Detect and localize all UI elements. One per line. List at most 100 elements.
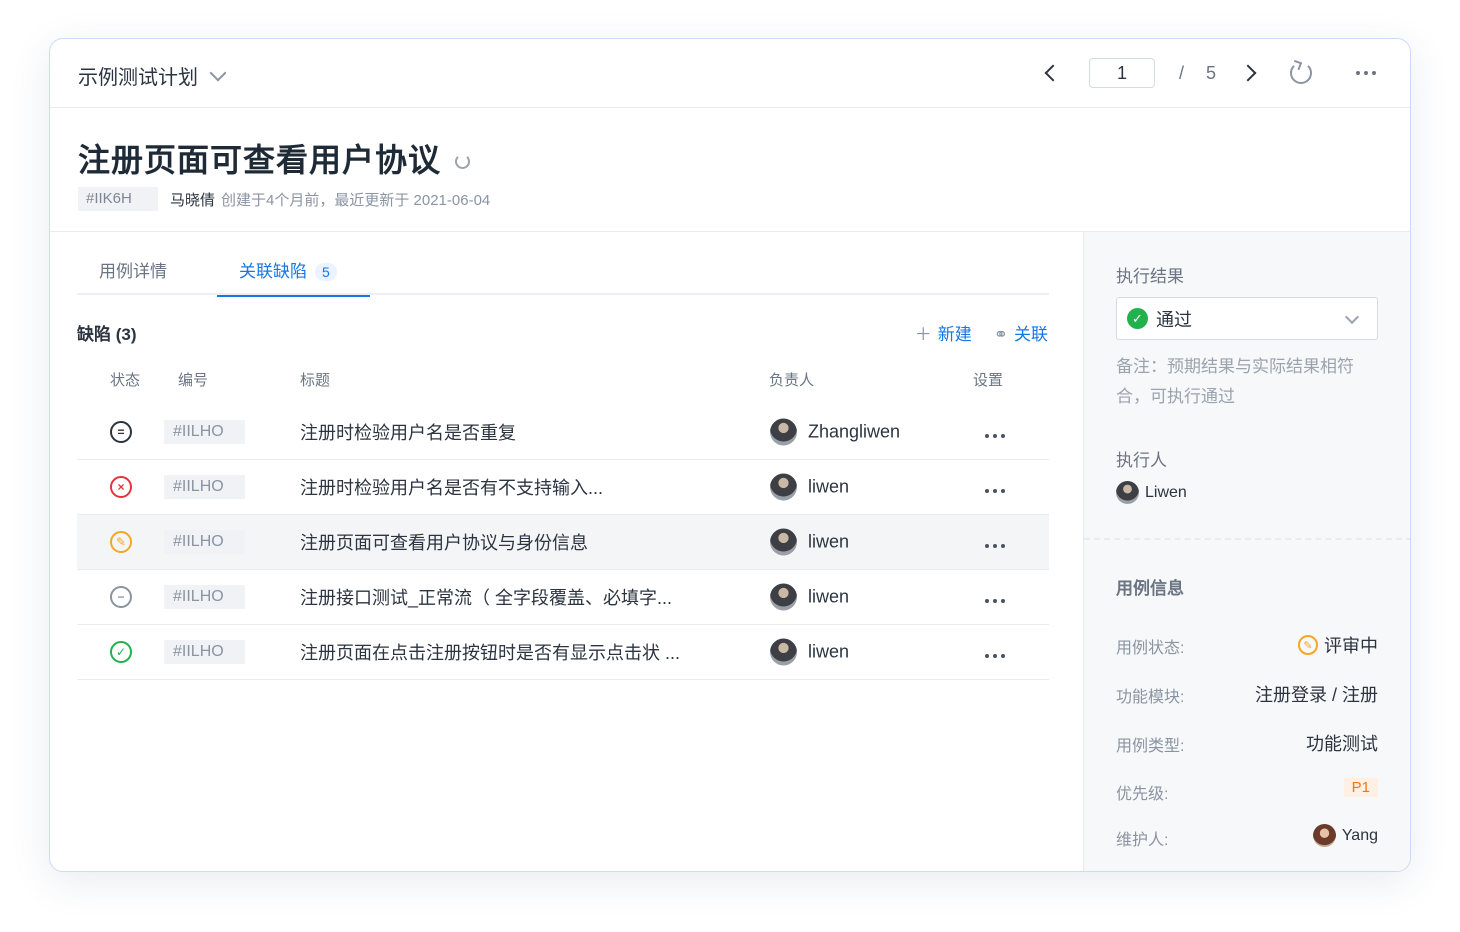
- avatar: [770, 583, 797, 611]
- executor-label: 执行人: [1116, 451, 1167, 470]
- defect-code: #IILHO: [164, 585, 245, 609]
- result-value: 通过: [1156, 309, 1192, 330]
- top-bar: 示例测试计划 1 / 5: [50, 39, 1410, 108]
- info-row-module: 功能模块: 注册登录 / 注册: [1116, 681, 1378, 707]
- result-select[interactable]: ✓ 通过: [1116, 297, 1378, 340]
- plan-name: 示例测试计划: [78, 67, 198, 89]
- defect-code: #IILHO: [164, 420, 245, 444]
- status-pending-icon: =: [110, 421, 132, 443]
- status-value[interactable]: ✎ 评审中: [1298, 632, 1378, 658]
- avatar: [770, 473, 797, 501]
- review-icon: ✎: [1298, 635, 1318, 655]
- chevron-down-icon: [1344, 309, 1360, 325]
- executor-name: Liwen: [1145, 483, 1187, 501]
- defect-code: #IILHO: [164, 530, 245, 554]
- avatar: [770, 638, 797, 666]
- col-code: 编号: [178, 372, 209, 389]
- tab-case-details[interactable]: 用例详情: [99, 257, 167, 295]
- defect-title[interactable]: 注册时检验用户名是否有不支持输入...: [300, 474, 603, 500]
- row-more-icon[interactable]: [985, 434, 1005, 438]
- more-icon[interactable]: [1356, 71, 1376, 75]
- defect-title[interactable]: 注册接口测试_正常流（ 全字段覆盖、必填字...: [300, 584, 672, 610]
- col-settings: 设置: [973, 372, 1004, 389]
- module-value[interactable]: 注册登录 / 注册: [1255, 681, 1378, 707]
- col-owner: 负责人: [769, 372, 815, 389]
- defect-code: #IILHO: [164, 475, 245, 499]
- tab-linked-defects[interactable]: 关联缺陷 5: [217, 257, 370, 297]
- page-separator: /: [1178, 62, 1184, 83]
- info-row-priority: 优先级: P1: [1116, 778, 1378, 804]
- table-row[interactable]: − #IILHO 注册接口测试_正常流（ 全字段覆盖、必填字... liwen: [77, 570, 1049, 625]
- new-defect-button[interactable]: ＋ 新建: [915, 320, 972, 345]
- status-fail-icon: ×: [110, 476, 132, 498]
- case-meta: #IIK6H 马晓倩 创建于4个月前，最近更新于 2021-06-04: [78, 187, 490, 211]
- table-row[interactable]: ✓ #IILHO 注册页面在点击注册按钮时是否有显示点击状 ... liwen: [77, 625, 1049, 680]
- link-icon: ⚭: [993, 325, 1008, 344]
- info-key: 优先级:: [1116, 786, 1169, 803]
- priority-value[interactable]: P1: [1343, 778, 1378, 797]
- plan-selector[interactable]: 示例测试计划: [78, 61, 227, 90]
- new-defect-label: 新建: [937, 325, 972, 344]
- table-row[interactable]: = #IILHO 注册时检验用户名是否重复 Zhangliwen: [77, 405, 1049, 460]
- status-skip-icon: −: [110, 586, 132, 608]
- row-more-icon[interactable]: [985, 599, 1005, 603]
- info-title: 用例信息: [1116, 579, 1184, 598]
- row-more-icon[interactable]: [985, 654, 1005, 658]
- tab-label: 关联缺陷: [239, 262, 307, 281]
- info-row-maintainer: 维护人: Yang: [1116, 824, 1378, 850]
- case-meta-info: 创建于4个月前，最近更新于 2021-06-04: [221, 191, 491, 209]
- status-pass-icon: ✓: [110, 641, 132, 663]
- defects-table-header: 状态 编号 标题 负责人 设置: [77, 369, 1049, 391]
- row-more-icon[interactable]: [985, 489, 1005, 493]
- executor: Liwen: [1116, 481, 1187, 504]
- check-circle-icon: ✓: [1127, 308, 1148, 329]
- priority-badge: P1: [1343, 778, 1378, 797]
- defects-section-title: 缺陷 (3): [77, 325, 137, 344]
- maintainer-name: Yang: [1341, 826, 1378, 844]
- info-key: 功能模块:: [1116, 689, 1185, 706]
- chevron-down-icon: [209, 64, 227, 81]
- info-key: 用例状态:: [1116, 640, 1185, 657]
- defect-owner: Zhangliwen: [808, 421, 901, 442]
- status-review-icon: ✎: [110, 531, 132, 553]
- info-row-status: 用例状态: ✎ 评审中: [1116, 632, 1378, 658]
- result-note: 备注：预期结果与实际结果相符合，可执行通过: [1116, 357, 1354, 406]
- table-row[interactable]: × #IILHO 注册时检验用户名是否有不支持输入... liwen: [77, 460, 1049, 515]
- case-title-text: 注册页面可查看用户协议: [78, 142, 442, 178]
- row-more-icon[interactable]: [985, 544, 1005, 548]
- side-divider: [1084, 538, 1410, 540]
- tab-bar: 用例详情 关联缺陷 5: [77, 257, 1049, 297]
- tab-label: 用例详情: [99, 262, 167, 281]
- col-status: 状态: [110, 372, 141, 389]
- tab-count-badge: 5: [315, 263, 337, 281]
- defect-owner: liwen: [808, 531, 850, 552]
- type-value[interactable]: 功能测试: [1306, 730, 1378, 756]
- plus-icon: ＋: [914, 325, 932, 344]
- table-row[interactable]: ✎ #IILHO 注册页面可查看用户协议与身份信息 liwen: [77, 515, 1049, 570]
- prev-page-icon[interactable]: [1044, 64, 1062, 82]
- status-text: 评审中: [1324, 636, 1378, 656]
- defect-owner: liwen: [808, 641, 850, 662]
- result-label: 执行结果: [1116, 267, 1184, 286]
- case-author: 马晓倩: [170, 191, 216, 209]
- defect-title[interactable]: 注册页面在点击注册按钮时是否有显示点击状 ...: [300, 639, 680, 665]
- test-case-card: 示例测试计划 1 / 5 注册页面可查看用户协议 #IIK6H 马晓倩 创建于4…: [49, 38, 1411, 872]
- defect-title[interactable]: 注册时检验用户名是否重复: [300, 419, 516, 445]
- defect-code: #IILHO: [164, 640, 245, 664]
- defect-owner: liwen: [808, 476, 850, 497]
- refresh-icon[interactable]: [1290, 62, 1312, 84]
- col-title: 标题: [300, 372, 331, 389]
- link-defect-label: 关联: [1014, 325, 1048, 344]
- side-panel: 执行结果 ✓ 通过 备注：预期结果与实际结果相符合，可执行通过 执行人 Liwe…: [1083, 232, 1410, 871]
- sync-icon[interactable]: [455, 153, 471, 169]
- case-code: #IIK6H: [78, 187, 158, 211]
- defect-title[interactable]: 注册页面可查看用户协议与身份信息: [300, 529, 588, 555]
- avatar: [1312, 824, 1336, 847]
- page-total: 5: [1205, 62, 1216, 83]
- link-defect-button[interactable]: ⚭ 关联: [994, 320, 1048, 345]
- maintainer-value[interactable]: Yang: [1312, 824, 1378, 847]
- next-page-icon[interactable]: [1239, 64, 1257, 82]
- defect-owner: liwen: [808, 586, 850, 607]
- page-number-input[interactable]: 1: [1088, 58, 1155, 88]
- info-row-type: 用例类型: 功能测试: [1116, 730, 1378, 756]
